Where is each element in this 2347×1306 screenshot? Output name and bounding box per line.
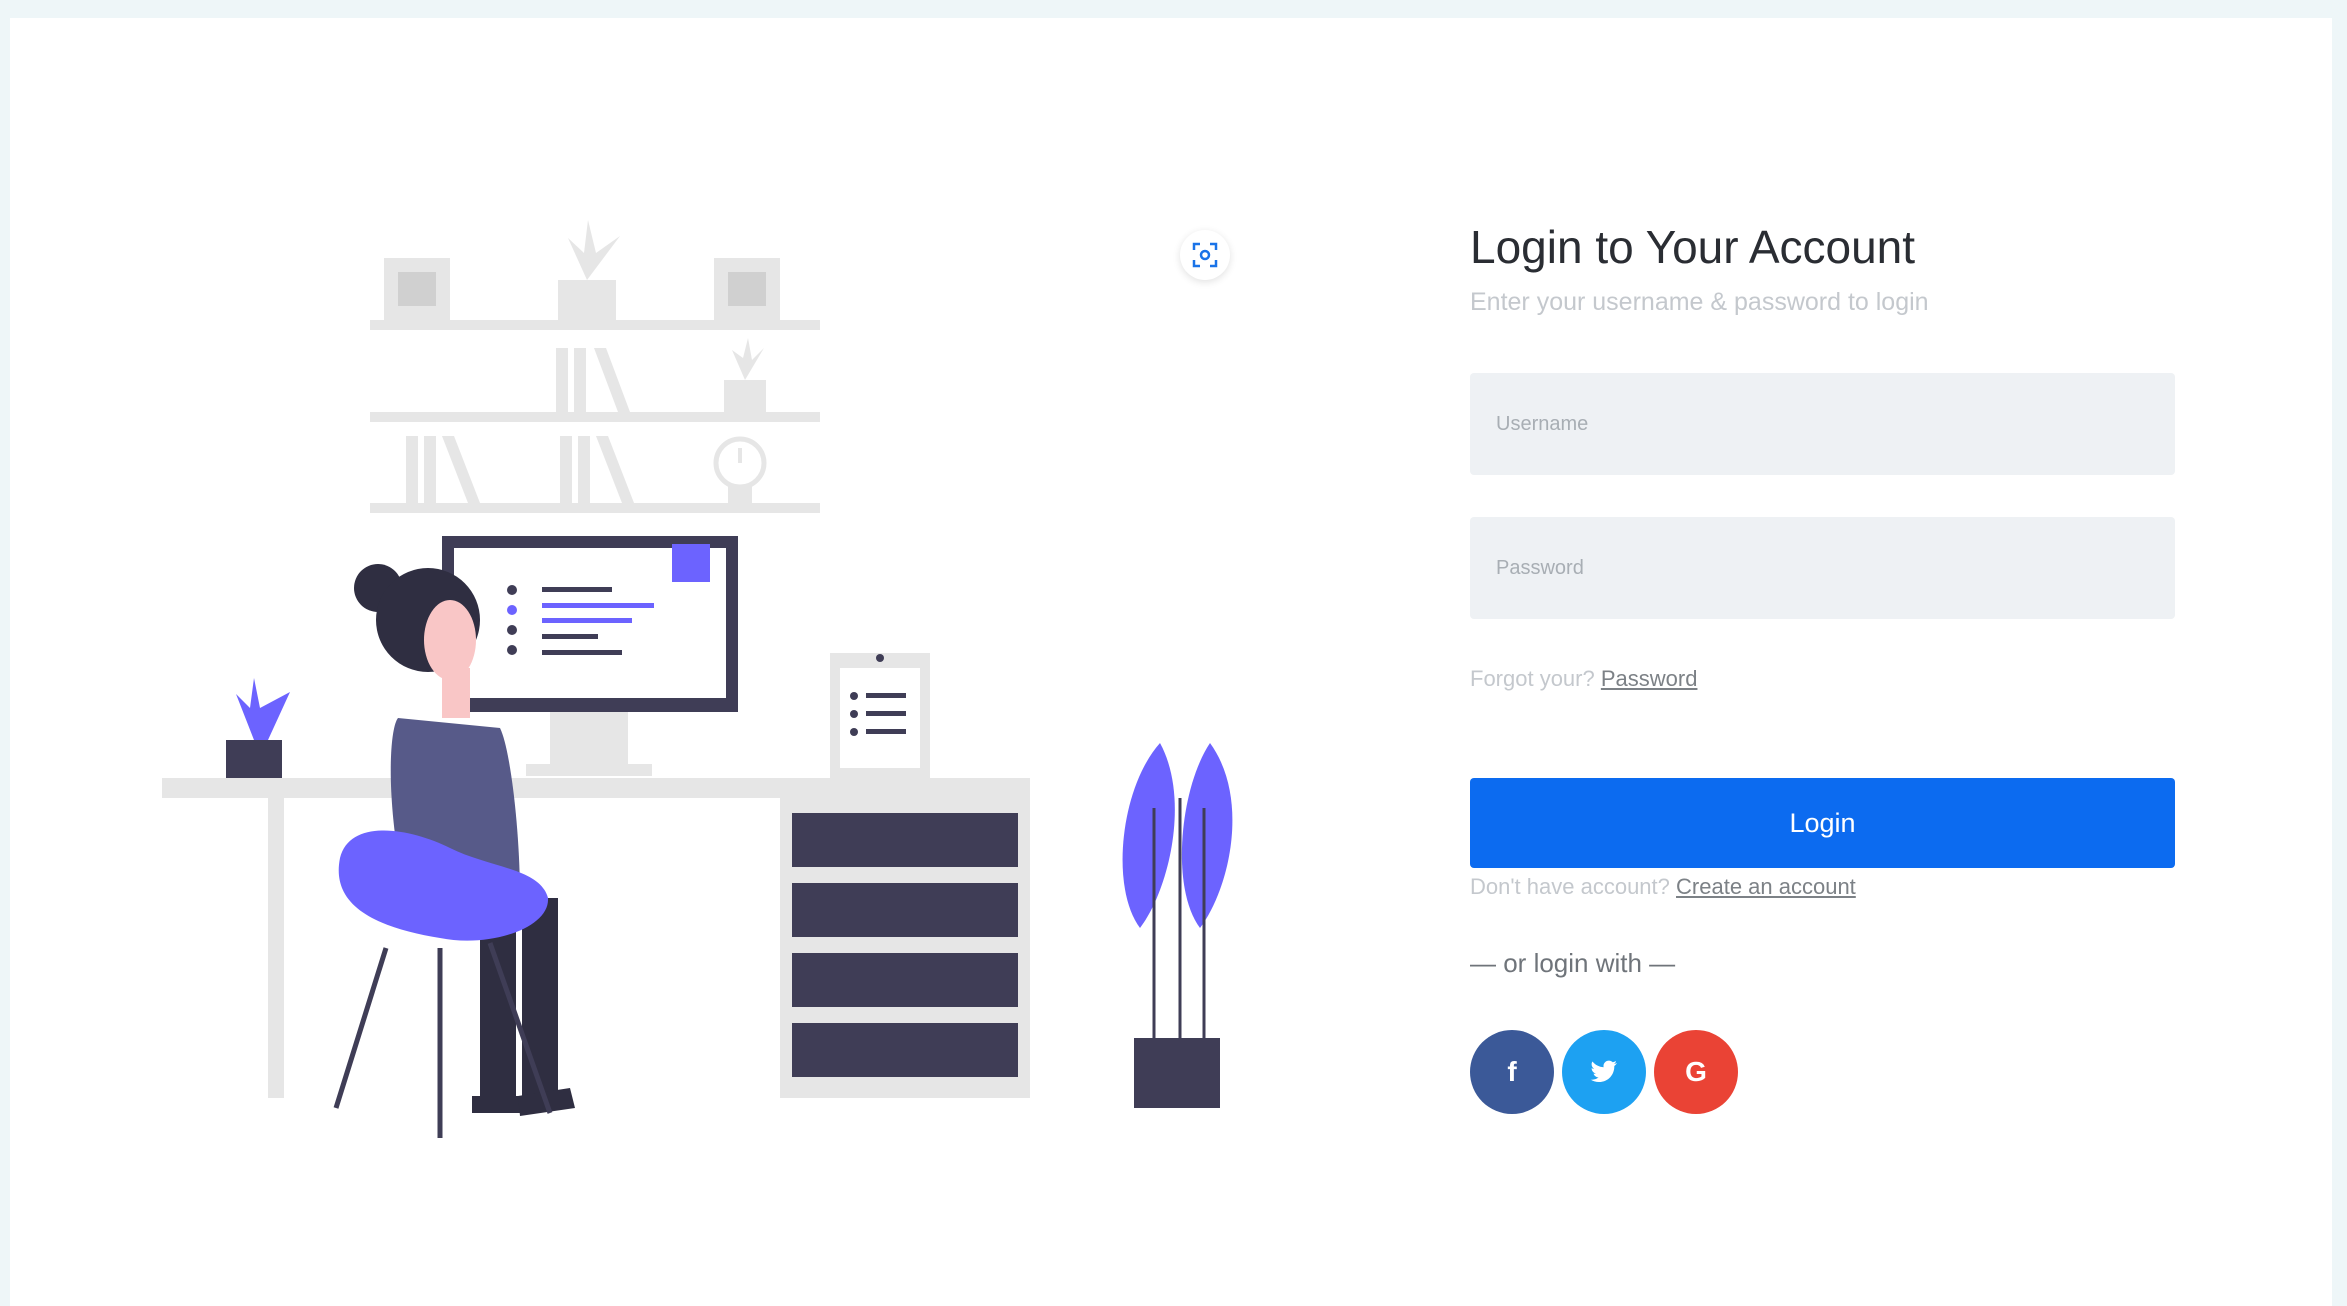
signup-prefix: Don't have account? xyxy=(1470,874,1670,899)
social-login-group: f G xyxy=(1470,1030,1738,1114)
shelves xyxy=(370,220,820,513)
page-title: Login to Your Account xyxy=(1470,221,1916,273)
google-icon: G xyxy=(1685,1056,1707,1087)
google-login-button[interactable]: G xyxy=(1654,1030,1738,1114)
twitter-icon xyxy=(1590,1060,1617,1082)
scan-icon xyxy=(1192,242,1218,268)
twitter-login-button[interactable] xyxy=(1562,1030,1646,1114)
forgot-prefix: Forgot your? xyxy=(1470,666,1595,691)
desk-plant xyxy=(226,678,290,778)
facebook-login-button[interactable]: f xyxy=(1470,1030,1554,1114)
page-subtitle: Enter your username & password to login xyxy=(1470,288,1929,316)
floor-plant xyxy=(1122,743,1233,1108)
clipboard xyxy=(830,653,930,778)
social-divider: — or login with — xyxy=(1470,948,1676,978)
facebook-icon: f xyxy=(1507,1056,1517,1087)
login-card: Login to Your Account Enter your usernam… xyxy=(10,18,2332,1306)
login-form: Login to Your Account Enter your usernam… xyxy=(1470,218,2175,1114)
forgot-password-row: Forgot your? Password xyxy=(1470,666,1697,692)
scan-button[interactable] xyxy=(1180,230,1230,280)
login-button[interactable]: Login xyxy=(1470,778,2175,868)
desk xyxy=(162,778,1030,1098)
workspace-illustration xyxy=(162,220,1233,1138)
password-input[interactable] xyxy=(1470,517,2175,619)
signup-row: Don't have account? Create an account xyxy=(1470,874,1856,900)
create-account-link[interactable]: Create an account xyxy=(1676,874,1856,899)
username-input[interactable] xyxy=(1470,373,2175,475)
forgot-password-link[interactable]: Password xyxy=(1601,666,1698,691)
